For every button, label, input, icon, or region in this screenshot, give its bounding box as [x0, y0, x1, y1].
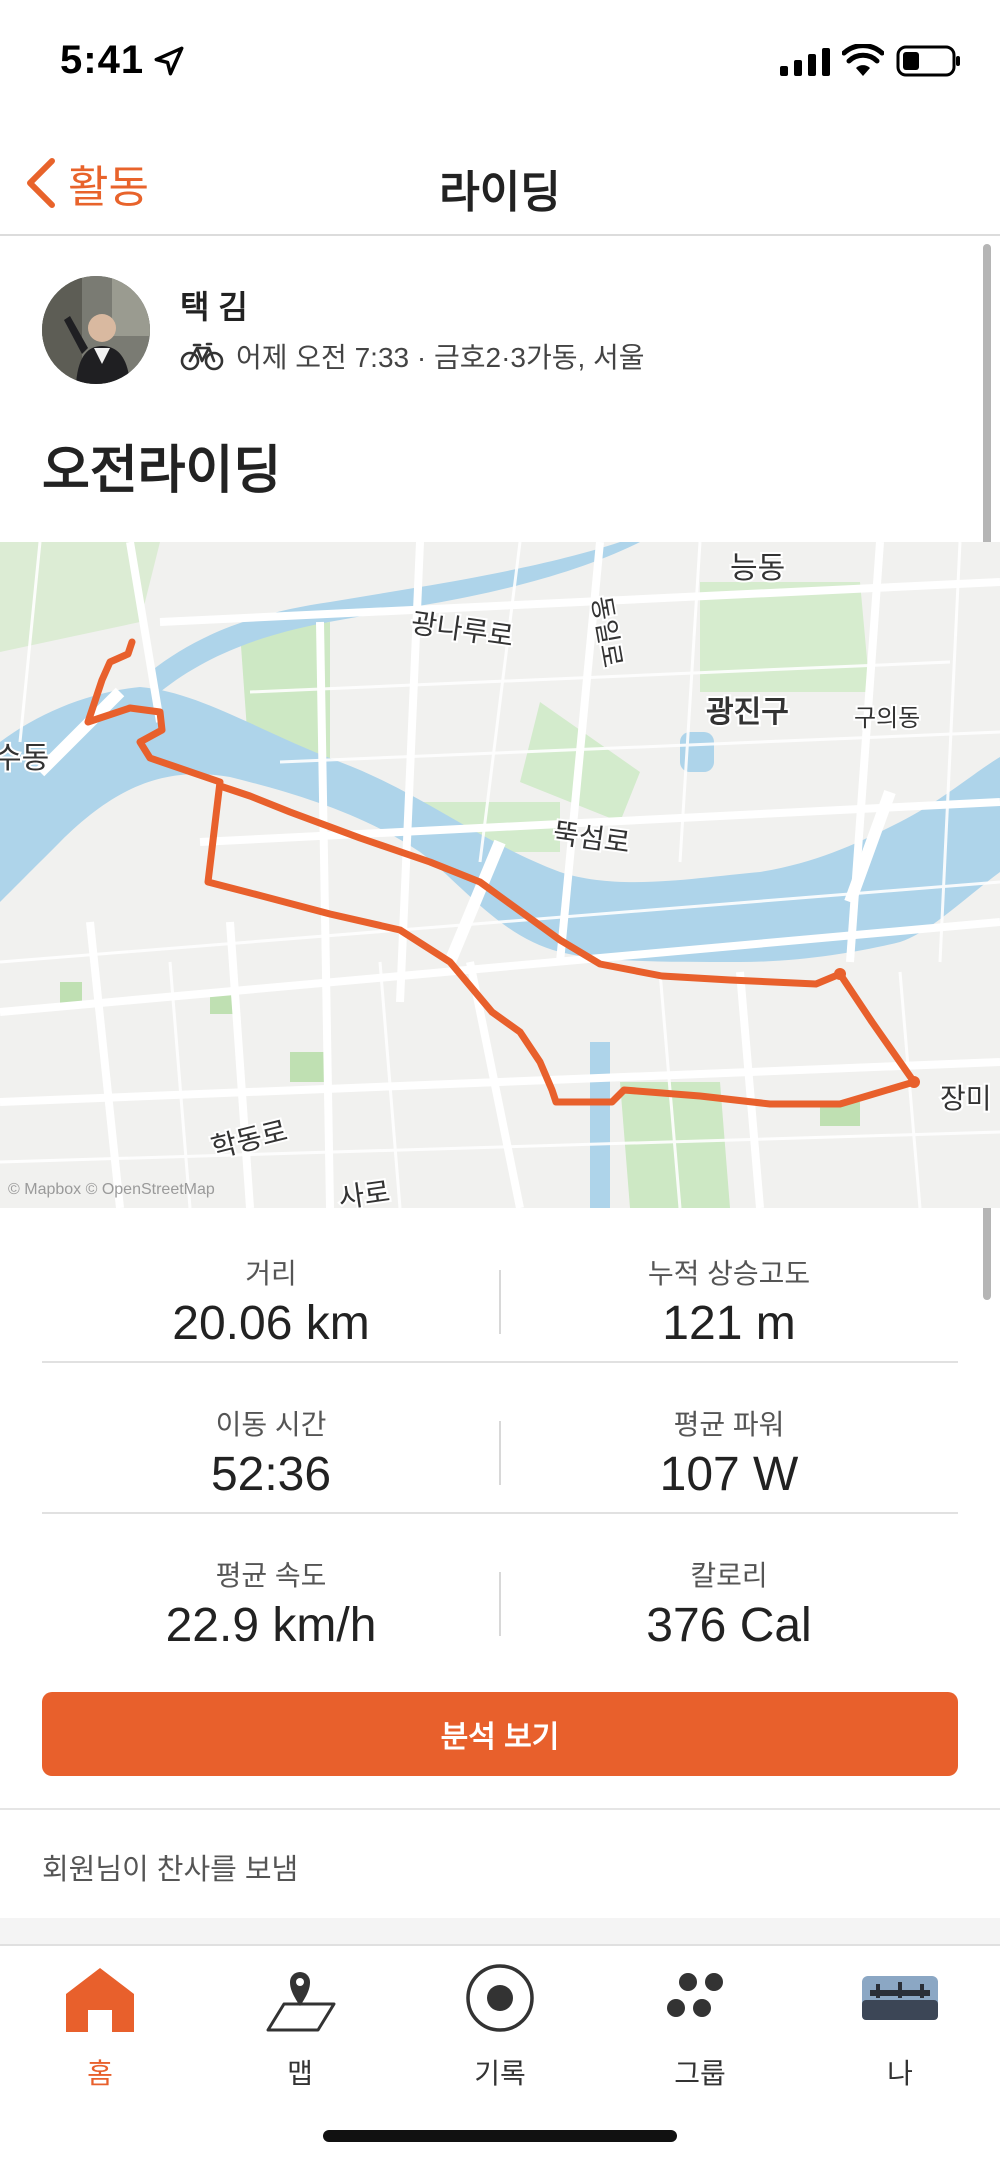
map-attribution: © Mapbox © OpenStreetMap — [8, 1181, 215, 1198]
stat-row: 이동 시간 52:36 평균 파워 107 W — [42, 1363, 958, 1514]
section-separator — [0, 1918, 1000, 1944]
tab-groups[interactable]: 그룹 — [600, 1960, 800, 2100]
stat-label: 누적 상승고도 — [647, 1258, 811, 1289]
record-icon — [466, 1964, 534, 2032]
activity-title: 오전라이딩 — [42, 442, 282, 500]
stat-calories: 칼로리 376 Cal — [500, 1514, 958, 1665]
map-canvas: 능동 광나루로 동일로 광진구 구의동 수동 뚝섬로 학동로 장미 사로 © M… — [0, 542, 1000, 1208]
athlete-avatar[interactable] — [42, 276, 150, 384]
stat-value: 22.9 km/h — [165, 1599, 377, 1652]
groups-icon — [667, 1973, 723, 2017]
back-label: 활동 — [68, 163, 149, 212]
map-label-guui: 구의동 — [854, 705, 920, 732]
page-title: 라이딩 — [439, 168, 561, 217]
map-label-neungdong: 능동 — [730, 552, 785, 585]
navigation-bar: 활동 라이딩 — [0, 130, 1000, 236]
stat-label: 평균 속도 — [215, 1560, 327, 1591]
stat-elevation-gain: 누적 상승고도 121 m — [500, 1212, 958, 1363]
stat-label: 이동 시간 — [215, 1409, 327, 1440]
home-icon — [66, 1968, 134, 2032]
stat-distance: 거리 20.06 km — [42, 1212, 500, 1363]
profile-icon — [862, 1976, 938, 2020]
map-icon — [266, 1972, 336, 2032]
cellular-signal-icon — [780, 48, 830, 76]
stat-avg-speed: 평균 속도 22.9 km/h — [42, 1514, 500, 1665]
tab-you[interactable]: 나 — [800, 1960, 1000, 2100]
stat-label: 칼로리 — [690, 1560, 768, 1591]
stats-grid: 거리 20.06 km 누적 상승고도 121 m 이동 시간 52:36 평균… — [42, 1212, 958, 1665]
stat-value: 52:36 — [210, 1448, 332, 1501]
tab-home[interactable]: 홈 — [0, 1960, 200, 2100]
stat-row: 거리 20.06 km 누적 상승고도 121 m — [42, 1212, 958, 1363]
stat-label: 평균 파워 — [673, 1409, 785, 1440]
activity-meta-text: 어제 오전 7:33 · 금호2·3가동, 서울 — [236, 342, 645, 373]
map-label-jangmi: 장미 — [940, 1083, 992, 1114]
wifi-icon — [842, 44, 884, 76]
stat-value: 376 Cal — [646, 1599, 812, 1652]
map-label-gwangjin: 광진구 — [706, 696, 789, 729]
chevron-left-icon — [27, 158, 55, 208]
status-time: 5:41 — [60, 38, 145, 82]
activity-meta: 어제 오전 7:33 · 금호2·3가동, 서울 — [180, 336, 645, 376]
stat-label: 거리 — [245, 1258, 297, 1289]
status-bar: 5:41 — [0, 0, 1000, 130]
tab-maps[interactable]: 맵 — [200, 1960, 400, 2100]
athlete-name[interactable]: 택 김 — [180, 282, 248, 328]
stat-value: 107 W — [659, 1448, 799, 1501]
back-button[interactable]: 활동 — [22, 148, 149, 218]
view-analysis-button[interactable]: 분석 보기 — [42, 1692, 958, 1776]
route-map[interactable]: 능동 광나루로 동일로 광진구 구의동 수동 뚝섬로 학동로 장미 사로 © M… — [0, 542, 1000, 1208]
location-arrow-icon — [154, 46, 184, 76]
tab-label: 맵 — [287, 2058, 313, 2089]
avatar-photo — [42, 276, 150, 384]
kudos-section[interactable]: 회원님이 찬사를 보냄 — [0, 1808, 1000, 1918]
kudos-text: 회원님이 찬사를 보냄 — [42, 1854, 299, 1886]
home-indicator — [323, 2130, 677, 2142]
tab-label: 기록 — [474, 2058, 526, 2089]
tab-record[interactable]: 기록 — [400, 1960, 600, 2100]
tab-label: 나 — [887, 2058, 913, 2089]
bike-icon — [180, 342, 224, 371]
map-label-sudong: 수동 — [0, 742, 49, 775]
stat-moving-time: 이동 시간 52:36 — [42, 1363, 500, 1514]
tab-label: 그룹 — [674, 2058, 726, 2089]
tab-label: 홈 — [87, 2058, 113, 2089]
battery-icon — [896, 45, 960, 77]
stat-value: 20.06 km — [172, 1297, 370, 1350]
stat-value: 121 m — [662, 1297, 796, 1350]
stat-avg-power: 평균 파워 107 W — [500, 1363, 958, 1514]
stat-row: 평균 속도 22.9 km/h 칼로리 376 Cal — [42, 1514, 958, 1665]
